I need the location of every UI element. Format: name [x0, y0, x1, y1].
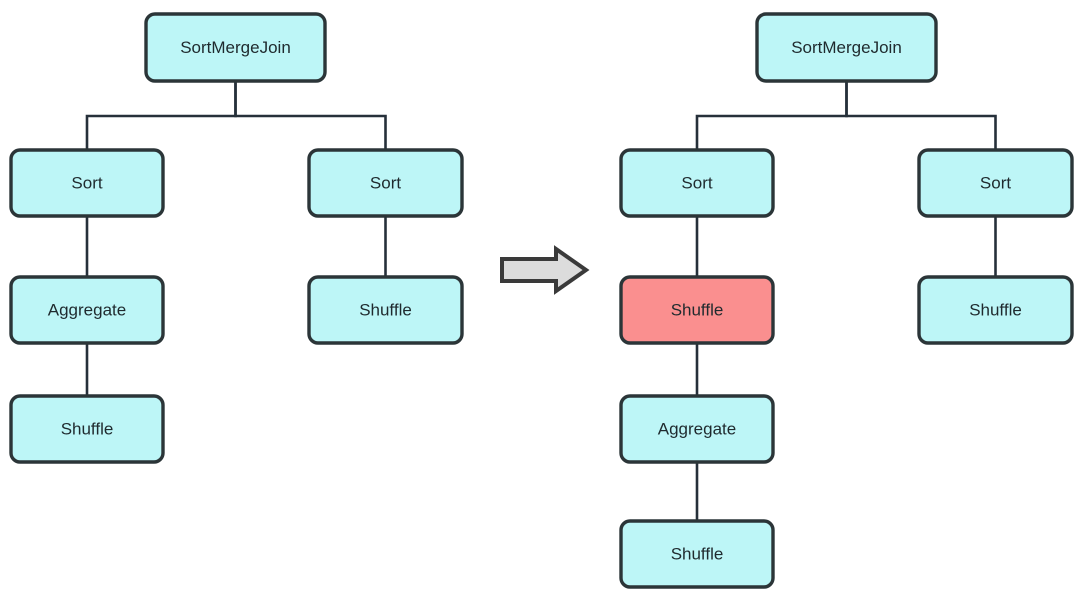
node-label: Shuffle: [671, 544, 724, 563]
node-label: Sort: [370, 173, 401, 192]
node-l-shuffle-a[interactable]: Shuffle: [9, 394, 165, 464]
node-r-shuffle-b[interactable]: Shuffle: [917, 275, 1074, 345]
node-label: Aggregate: [658, 419, 736, 438]
node-l-smj[interactable]: SortMergeJoin: [144, 12, 327, 83]
node-label: Sort: [71, 173, 102, 192]
node-label: Shuffle: [671, 300, 724, 319]
transition-arrow: [500, 245, 590, 295]
node-l-aggregate[interactable]: Aggregate: [9, 275, 165, 345]
edge-l-smj-to-l-sort-a: [85, 81, 237, 150]
nodes-layer: SortMergeJoin Sort Sort Aggregate Shuffle Shu…: [9, 12, 1074, 589]
node-l-sort-b[interactable]: Sort: [307, 148, 464, 218]
edge-l-smj-to-l-sort-b: [234, 81, 387, 150]
node-r-aggregate[interactable]: Aggregate: [619, 394, 775, 464]
node-l-shuffle-b[interactable]: Shuffle: [307, 275, 464, 345]
right-block-arrow-icon: [500, 245, 590, 295]
node-r-smj[interactable]: SortMergeJoin: [755, 12, 938, 83]
diagram-canvas: SortMergeJoin Sort Sort Aggregate Shuffle Shu…: [0, 0, 1080, 596]
edges-layer: [85, 81, 997, 521]
node-r-sort-b[interactable]: Sort: [917, 148, 1074, 218]
node-label: SortMergeJoin: [791, 38, 902, 57]
node-label: Shuffle: [61, 419, 114, 438]
node-r-shuffle-t[interactable]: Shuffle: [619, 275, 775, 345]
node-r-shuffle-x[interactable]: Shuffle: [619, 519, 775, 589]
node-label: Sort: [980, 173, 1011, 192]
edge-r-smj-to-r-sort-b: [845, 81, 997, 150]
node-r-sort-a[interactable]: Sort: [619, 148, 775, 218]
node-label: Sort: [681, 173, 712, 192]
node-label: Aggregate: [48, 300, 126, 319]
node-l-sort-a[interactable]: Sort: [9, 148, 165, 218]
node-label: SortMergeJoin: [180, 38, 291, 57]
node-label: Shuffle: [969, 300, 1022, 319]
node-label: Shuffle: [359, 300, 412, 319]
diagram-svg: SortMergeJoin Sort Sort Aggregate Shuffle Shu…: [9, 12, 1074, 589]
edge-r-smj-to-r-sort-a: [695, 81, 848, 150]
